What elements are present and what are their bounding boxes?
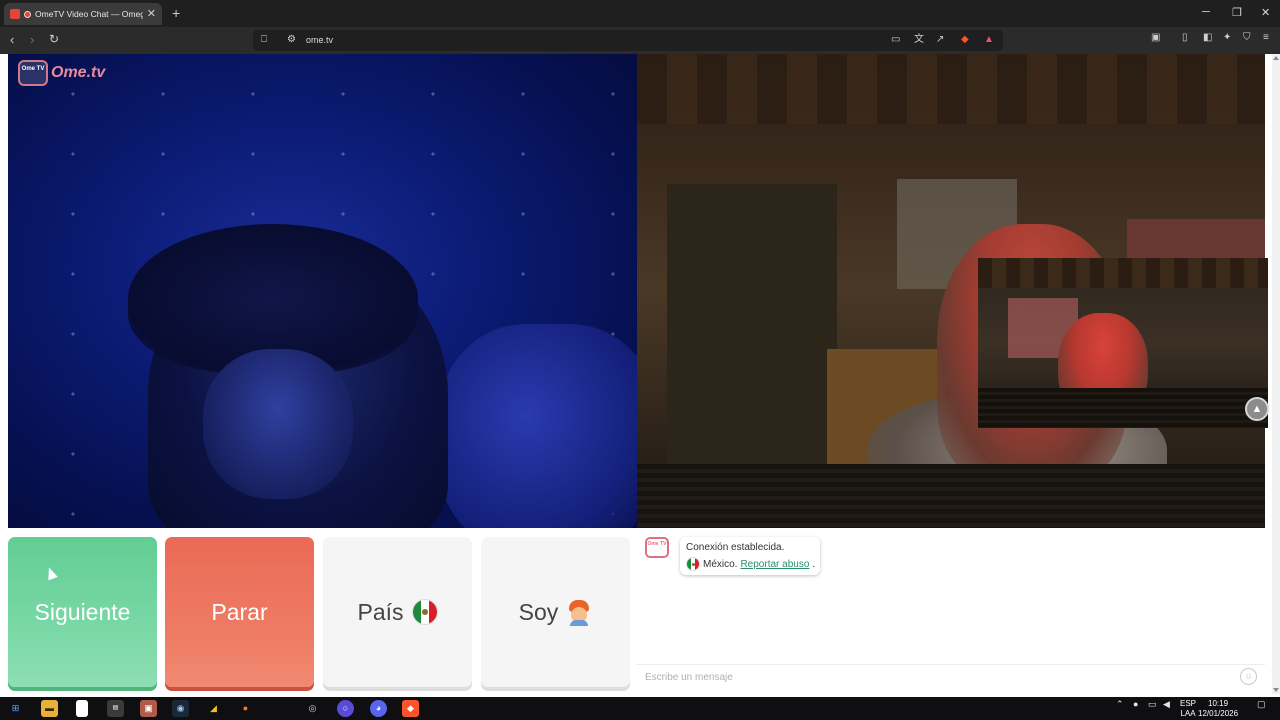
report-suffix: . [812,558,816,570]
translate-icon[interactable]: 文 [914,35,924,45]
site-info-icon[interactable]: ⚙ [287,35,296,45]
browser-tab[interactable]: OmeTV Video Chat — Omegl ✕ [4,3,162,25]
page-scrollbar[interactable] [1272,54,1280,694]
next-button-label: Siguiente [34,598,131,625]
emoji-icon[interactable]: ☺ [1240,668,1257,685]
country-button[interactable]: País [323,537,472,687]
cabinet-shape [667,184,837,474]
keyboard-layout: LAA [1180,709,1196,718]
gender-button-label: Soy [518,598,559,625]
brave-shields-icon[interactable]: ◆ [961,35,969,45]
system-message-bubble: Conexión establecida. México. Reportar a… [680,537,820,575]
wallet-icon[interactable]: ▣ [1151,33,1160,43]
leo-icon[interactable]: ✦ [1223,33,1231,43]
notepad-icon[interactable] [76,700,88,717]
blanket-shape [438,324,637,528]
scroll-up-icon[interactable] [1273,56,1279,60]
app-circle-icon[interactable]: ○ [337,700,354,717]
input-language[interactable]: ESP LAA [1180,699,1196,719]
microphone-icon[interactable]: ● [1133,700,1138,709]
boy-avatar-icon [566,599,592,626]
clock-time: 10:19 [1208,699,1229,708]
language-code: ESP [1180,699,1197,708]
back-icon[interactable]: ‹ [10,33,14,46]
system-clock[interactable]: 10:19 12/01/2026 [1198,699,1238,719]
scroll-to-top-icon[interactable]: ▲ [1245,397,1269,421]
obs-icon[interactable]: ◎ [304,700,321,717]
connection-status: Conexión establecida. [686,542,785,553]
url-text: ome.tv [306,35,334,45]
windows-taskbar: ⊞ ▬ ▤ ▣ ◉ ◢ ● ◎ ○ ◕ ◆ ⌃ ● ▭ ◀ ▢ [0,697,1280,720]
mexico-flag-small-icon [686,557,700,571]
stop-button-label: Parar [211,598,268,625]
browser-toolbar: ‹ › ↻ ⎕ ⚙ ome.tv ▭ 文 ↗ ◆ ▲ ▣ ▯ ◧ ✦ ⛉ ≡ [0,27,1280,54]
clock-date: 12/01/2026 [1198,709,1239,718]
chat-ometv-logo: Ome TV [645,537,669,558]
discord-icon[interactable]: ◕ [370,700,387,717]
bookmark-icon[interactable]: ⎕ [261,35,267,45]
file-explorer-icon[interactable]: ▬ [41,700,58,717]
desk-edge [637,464,1265,528]
tab-title: OmeTV Video Chat — Omegl [35,9,143,19]
country-button-label: País [357,598,404,625]
reload-icon[interactable]: ↻ [49,33,59,45]
next-button[interactable]: Siguiente [8,537,157,687]
app-icon[interactable]: ▤ [107,700,124,717]
gender-button[interactable]: Soy [481,537,630,687]
stranger-video [8,54,637,528]
self-preview-video[interactable] [978,258,1268,428]
close-window-button[interactable]: ✕ [1261,6,1270,19]
menu-icon[interactable]: ≡ [1263,33,1269,43]
network-icon[interactable]: ▭ [1148,700,1157,709]
preview-beams [978,258,1268,288]
tab-close-icon[interactable]: ✕ [147,8,156,20]
preview-desk [978,388,1268,428]
sidebar-icon[interactable]: ▯ [1182,33,1188,43]
message-bar: ☺ [637,664,1265,688]
tray-expand-icon[interactable]: ⌃ [1116,700,1124,709]
brave-rewards-icon[interactable]: ▲ [984,35,994,45]
windows-start-icon[interactable]: ⊞ [7,700,24,717]
partner-country: México. [703,558,738,570]
brave-taskbar-icon[interactable]: ◆ [402,700,419,717]
share-icon[interactable]: ↗ [936,35,944,45]
minimize-button[interactable]: ─ [1202,6,1210,18]
tab-strip: OmeTV Video Chat — Omegl ✕ + ─ ❐ ✕ [0,0,1280,27]
report-abuse-link[interactable]: Reportar abuso [740,559,809,570]
firefox-icon[interactable]: ● [237,700,254,717]
steam-icon[interactable]: ◉ [172,700,189,717]
scroll-down-icon[interactable] [1273,688,1279,692]
wall-sign-shape [1127,219,1265,259]
cast-icon[interactable]: ▭ [891,35,900,45]
stop-button[interactable]: Parar [165,537,314,687]
notifications-icon[interactable]: ▢ [1257,700,1266,709]
wallet2-icon[interactable]: ◧ [1203,33,1212,43]
address-bar[interactable]: ⎕ ⚙ ome.tv ▭ 文 ↗ ◆ ▲ [253,30,1003,51]
ometv-favicon [10,9,20,19]
new-tab-button[interactable]: + [172,5,180,21]
app-arrow-icon[interactable]: ◢ [205,700,222,717]
ometv-logo[interactable]: Ome TV Ome.tv [18,60,105,86]
image-app-icon[interactable]: ▣ [140,700,157,717]
maximize-button[interactable]: ❐ [1232,6,1242,19]
face-shape [203,349,353,499]
logo-badge: Ome TV [18,60,48,86]
vpn-icon[interactable]: ⛉ [1243,33,1251,43]
forward-icon[interactable]: › [30,33,34,46]
message-input[interactable] [645,669,1225,685]
ceiling-beams [637,54,1265,124]
partner-info-line: México. Reportar abuso. [686,557,815,571]
mexico-flag-icon [411,599,438,625]
volume-icon[interactable]: ◀ [1163,700,1170,709]
recording-indicator-icon [24,10,31,18]
logo-text: Ome.tv [51,64,106,81]
